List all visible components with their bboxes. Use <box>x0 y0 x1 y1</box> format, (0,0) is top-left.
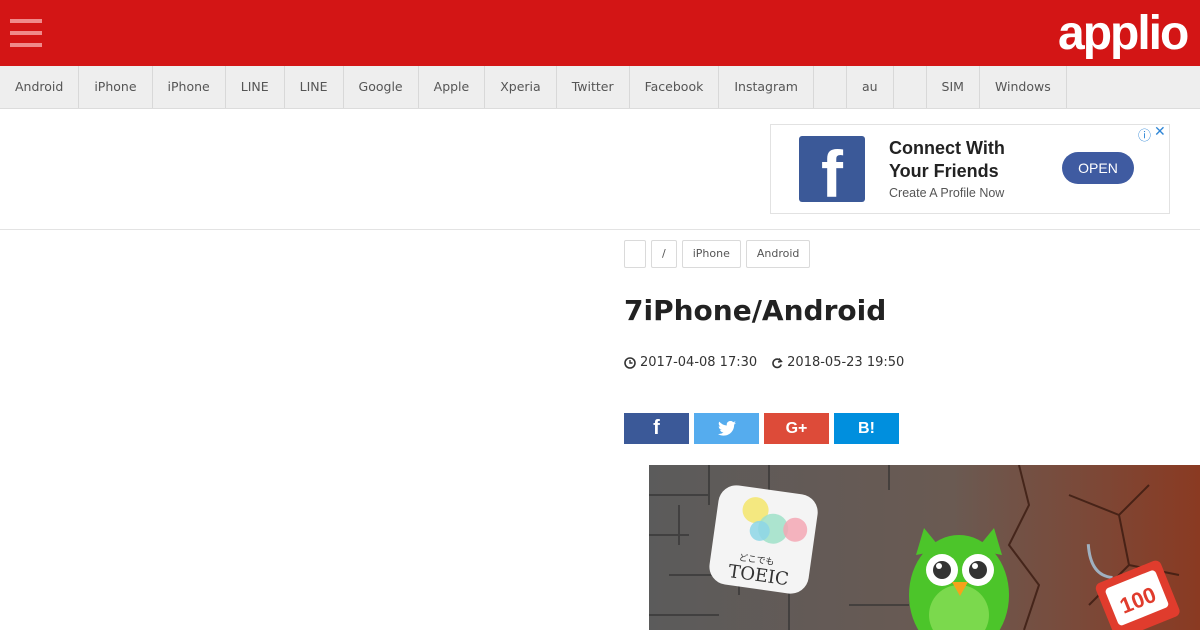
toeic-app-icon: どこでも TOEIC <box>709 485 818 594</box>
category-blank-1[interactable] <box>814 66 847 108</box>
category-nav: Android iPhone iPhone LINE LINE Google A… <box>0 66 1200 109</box>
ad-row: f Connect With Your Friends Create A Pro… <box>0 109 1200 230</box>
category-apple[interactable]: Apple <box>419 66 486 108</box>
category-sim[interactable]: SIM <box>927 66 980 108</box>
category-line[interactable]: LINE <box>226 66 285 108</box>
site-header: applio <box>0 0 1200 66</box>
updated-date: 2018-05-23 19:50 <box>771 355 904 370</box>
category-iphone-2[interactable]: iPhone <box>153 66 226 108</box>
category-au[interactable]: au <box>847 66 894 108</box>
category-twitter[interactable]: Twitter <box>557 66 630 108</box>
breadcrumb-iphone[interactable]: iPhone <box>681 240 741 268</box>
breadcrumb: / iPhone Android <box>624 240 815 268</box>
category-instagram[interactable]: Instagram <box>719 66 814 108</box>
ad-open-button[interactable]: OPEN <box>1062 152 1134 184</box>
ad-info-icon[interactable]: ⓘ <box>1138 125 1151 144</box>
share-hatena-button[interactable]: B! <box>834 413 899 444</box>
category-google[interactable]: Google <box>344 66 419 108</box>
article-title: 7iPhone/Android <box>624 294 887 327</box>
ad-headline[interactable]: Connect With Your Friends <box>889 137 1039 183</box>
ad-subtext: Create A Profile Now <box>889 186 1005 200</box>
clock-icon <box>624 356 636 369</box>
hero-illustration: どこでも TOEIC 100 <box>649 465 1200 630</box>
google-plus-icon: G+ <box>785 419 808 437</box>
share-facebook-button[interactable]: f <box>624 413 689 444</box>
site-logo[interactable]: applio <box>1058 6 1200 62</box>
category-blank-2[interactable] <box>894 66 927 108</box>
breadcrumb-home[interactable] <box>624 240 646 268</box>
category-line-2[interactable]: LINE <box>285 66 344 108</box>
published-date-text: 2017-04-08 17:30 <box>640 355 758 370</box>
facebook-icon: f <box>653 417 660 439</box>
refresh-icon <box>772 357 783 368</box>
category-xperia[interactable]: Xperia <box>485 66 557 108</box>
green-owl-mascot <box>909 528 1009 630</box>
ad-banner[interactable]: f Connect With Your Friends Create A Pro… <box>770 124 1170 214</box>
share-google-plus-button[interactable]: G+ <box>764 413 829 444</box>
ad-close-icon[interactable]: ✕ <box>1154 124 1166 140</box>
hatena-bookmark-icon: B! <box>858 419 875 437</box>
share-twitter-button[interactable] <box>694 413 759 444</box>
category-android[interactable]: Android <box>0 66 80 108</box>
category-iphone[interactable]: iPhone <box>79 66 153 108</box>
published-date: 2017-04-08 17:30 <box>624 355 757 370</box>
category-windows[interactable]: Windows <box>980 66 1067 108</box>
article-hero-image: どこでも TOEIC 100 <box>649 465 1200 630</box>
article-dates: 2017-04-08 17:30 2018-05-23 19:50 <box>624 355 918 370</box>
twitter-icon <box>717 421 736 436</box>
hamburger-menu-icon[interactable] <box>10 19 42 47</box>
share-buttons: f G+ B! <box>624 413 904 444</box>
category-facebook[interactable]: Facebook <box>630 66 720 108</box>
breadcrumb-android[interactable]: Android <box>745 240 811 268</box>
updated-date-text: 2018-05-23 19:50 <box>787 355 905 370</box>
breadcrumb-separator[interactable]: / <box>651 240 677 268</box>
facebook-logo-icon[interactable]: f <box>799 136 865 202</box>
